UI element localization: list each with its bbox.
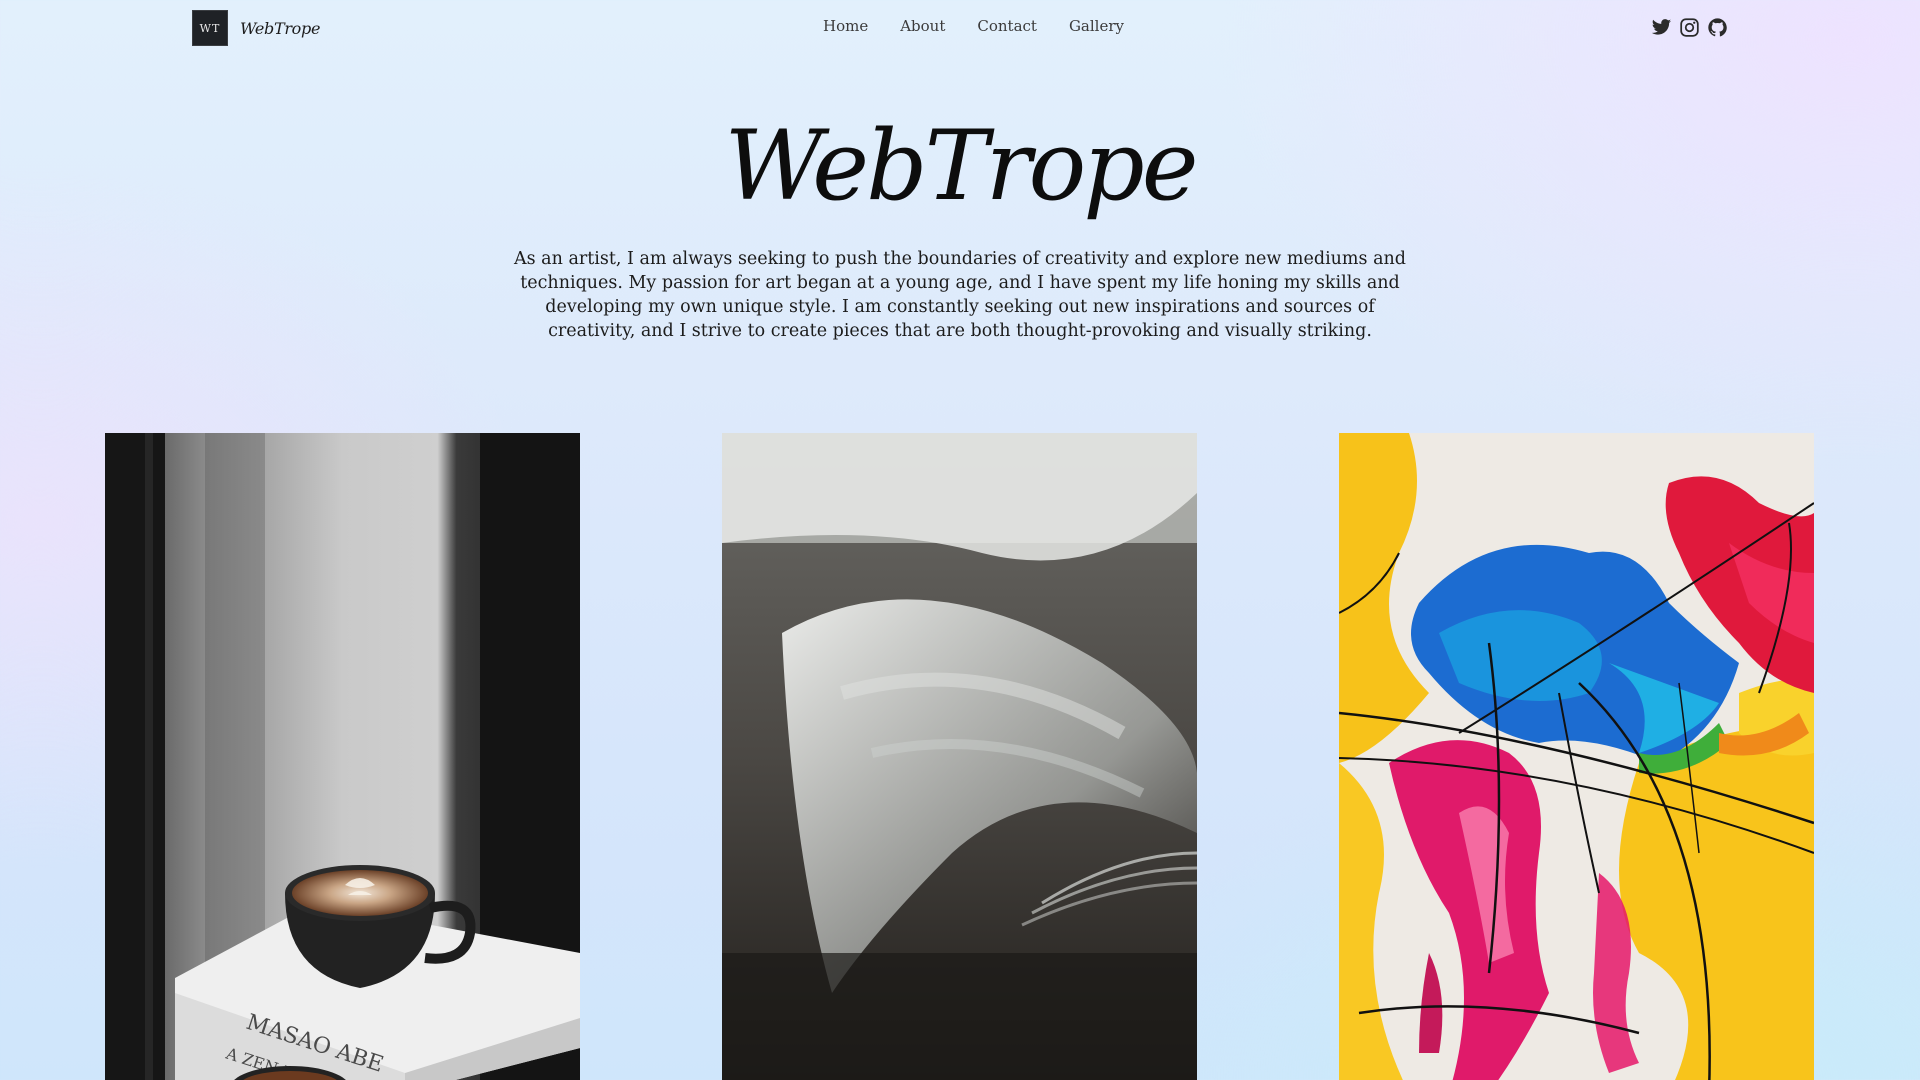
hero-title: WebTrope xyxy=(724,110,1198,222)
nav-link-gallery[interactable]: Gallery xyxy=(1069,17,1124,35)
blur-photo xyxy=(722,433,1197,1080)
paint-photo xyxy=(1339,433,1814,1080)
nav-links: Home About Contact Gallery xyxy=(823,17,1124,35)
nav-link-home[interactable]: Home xyxy=(823,17,868,35)
brand-logo: WT xyxy=(192,10,228,46)
brand[interactable]: WT WebTrope xyxy=(192,10,320,46)
coffee-photo: MASAO ABE A ZEN LIFE ALOGUE xyxy=(105,433,580,1080)
gallery-image-abstract-blur[interactable] xyxy=(722,433,1197,1080)
github-icon[interactable] xyxy=(1707,17,1728,38)
gallery-image-paint-splash[interactable] xyxy=(1339,433,1814,1080)
gallery-image-coffee[interactable]: MASAO ABE A ZEN LIFE ALOGUE xyxy=(105,433,580,1080)
nav-link-about[interactable]: About xyxy=(900,17,945,35)
top-navigation: WT WebTrope Home About Contact Gallery xyxy=(0,0,1920,56)
twitter-icon[interactable] xyxy=(1651,17,1672,38)
nav-link-contact[interactable]: Contact xyxy=(977,17,1037,35)
social-links xyxy=(1651,17,1728,38)
brand-name: WebTrope xyxy=(240,18,321,38)
hero-description: As an artist, I am always seeking to pus… xyxy=(514,249,1406,341)
instagram-icon[interactable] xyxy=(1679,17,1700,38)
